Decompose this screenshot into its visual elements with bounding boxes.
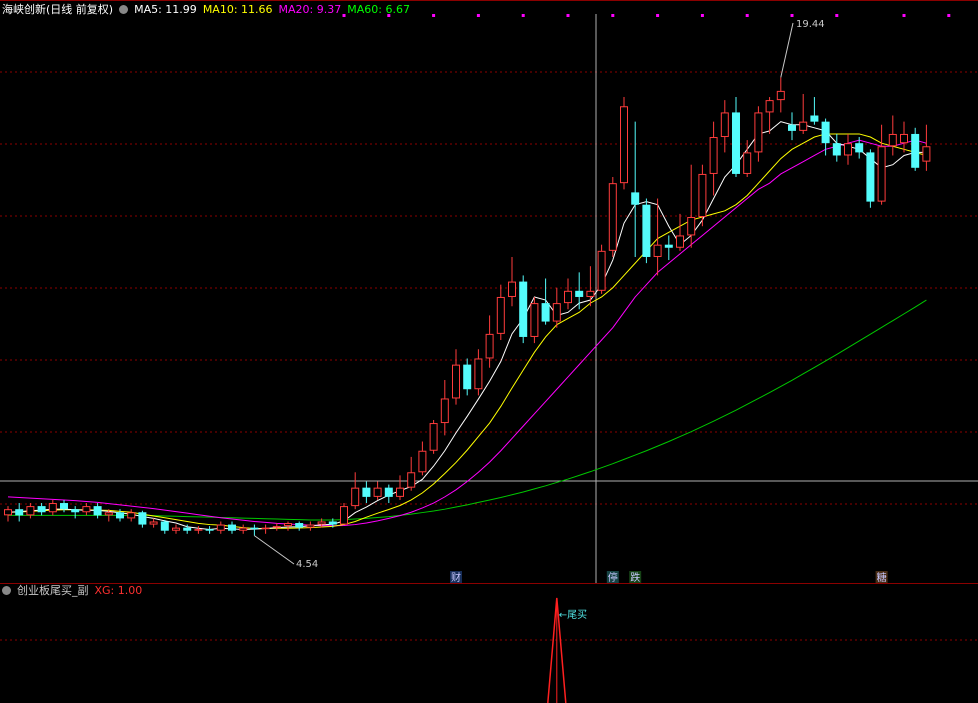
settings-circle-icon[interactable] <box>119 5 129 14</box>
signal-dot <box>521 14 525 17</box>
ma5-label: MA5: 11.99 <box>134 3 197 16</box>
event-marker[interactable]: 停 <box>606 571 619 584</box>
indicator-header: 创业板尾买_副 XG: 1.00 <box>2 584 148 598</box>
ma60-label: MA60: 6.67 <box>347 3 410 16</box>
candle <box>597 244 606 294</box>
symbol-title[interactable]: 海峡创新(日线 前复权) <box>2 3 113 16</box>
indicator-value: XG: 1.00 <box>94 584 143 597</box>
candle <box>340 503 348 525</box>
event-marker[interactable]: 财 <box>450 571 462 584</box>
indicator-name[interactable]: 创业板尾买_副 <box>17 584 89 597</box>
low-annotation: 4.54 <box>296 559 318 570</box>
candle <box>429 419 438 454</box>
svg-text:跌: 跌 <box>630 571 640 584</box>
event-marker[interactable]: 糖 <box>875 571 888 584</box>
signal-dot <box>790 14 794 17</box>
signal-dot <box>611 14 615 17</box>
candle <box>620 97 628 190</box>
indicator-settings-icon[interactable] <box>2 586 11 595</box>
signal-label: ←尾买 <box>559 609 587 621</box>
chart-header: 海峡创新(日线 前复权) MA5: 11.99 MA10: 11.66 MA20: 9… <box>2 3 416 17</box>
candle <box>911 127 920 171</box>
signal-dot <box>700 14 704 17</box>
ma10-label: MA10: 11.66 <box>202 3 273 16</box>
candle <box>608 177 617 257</box>
svg-text:糖: 糖 <box>877 571 887 584</box>
signal-dot <box>476 14 480 17</box>
candle <box>866 149 875 208</box>
candle <box>530 296 539 344</box>
signal-dot <box>745 14 749 17</box>
ma20-label: MA20: 9.37 <box>278 3 342 16</box>
svg-text:停: 停 <box>608 571 618 584</box>
signal-dot <box>947 14 951 17</box>
signal-dot <box>566 14 570 17</box>
svg-text:财: 财 <box>451 571 461 584</box>
signal-dot <box>656 14 660 17</box>
signal-dot <box>902 14 906 17</box>
signal-dot <box>835 14 839 17</box>
high-annotation: 19.44 <box>796 19 825 30</box>
event-marker[interactable]: 跌 <box>629 571 642 584</box>
candle <box>642 198 651 264</box>
candle <box>519 275 528 344</box>
signal-dot <box>432 14 436 17</box>
